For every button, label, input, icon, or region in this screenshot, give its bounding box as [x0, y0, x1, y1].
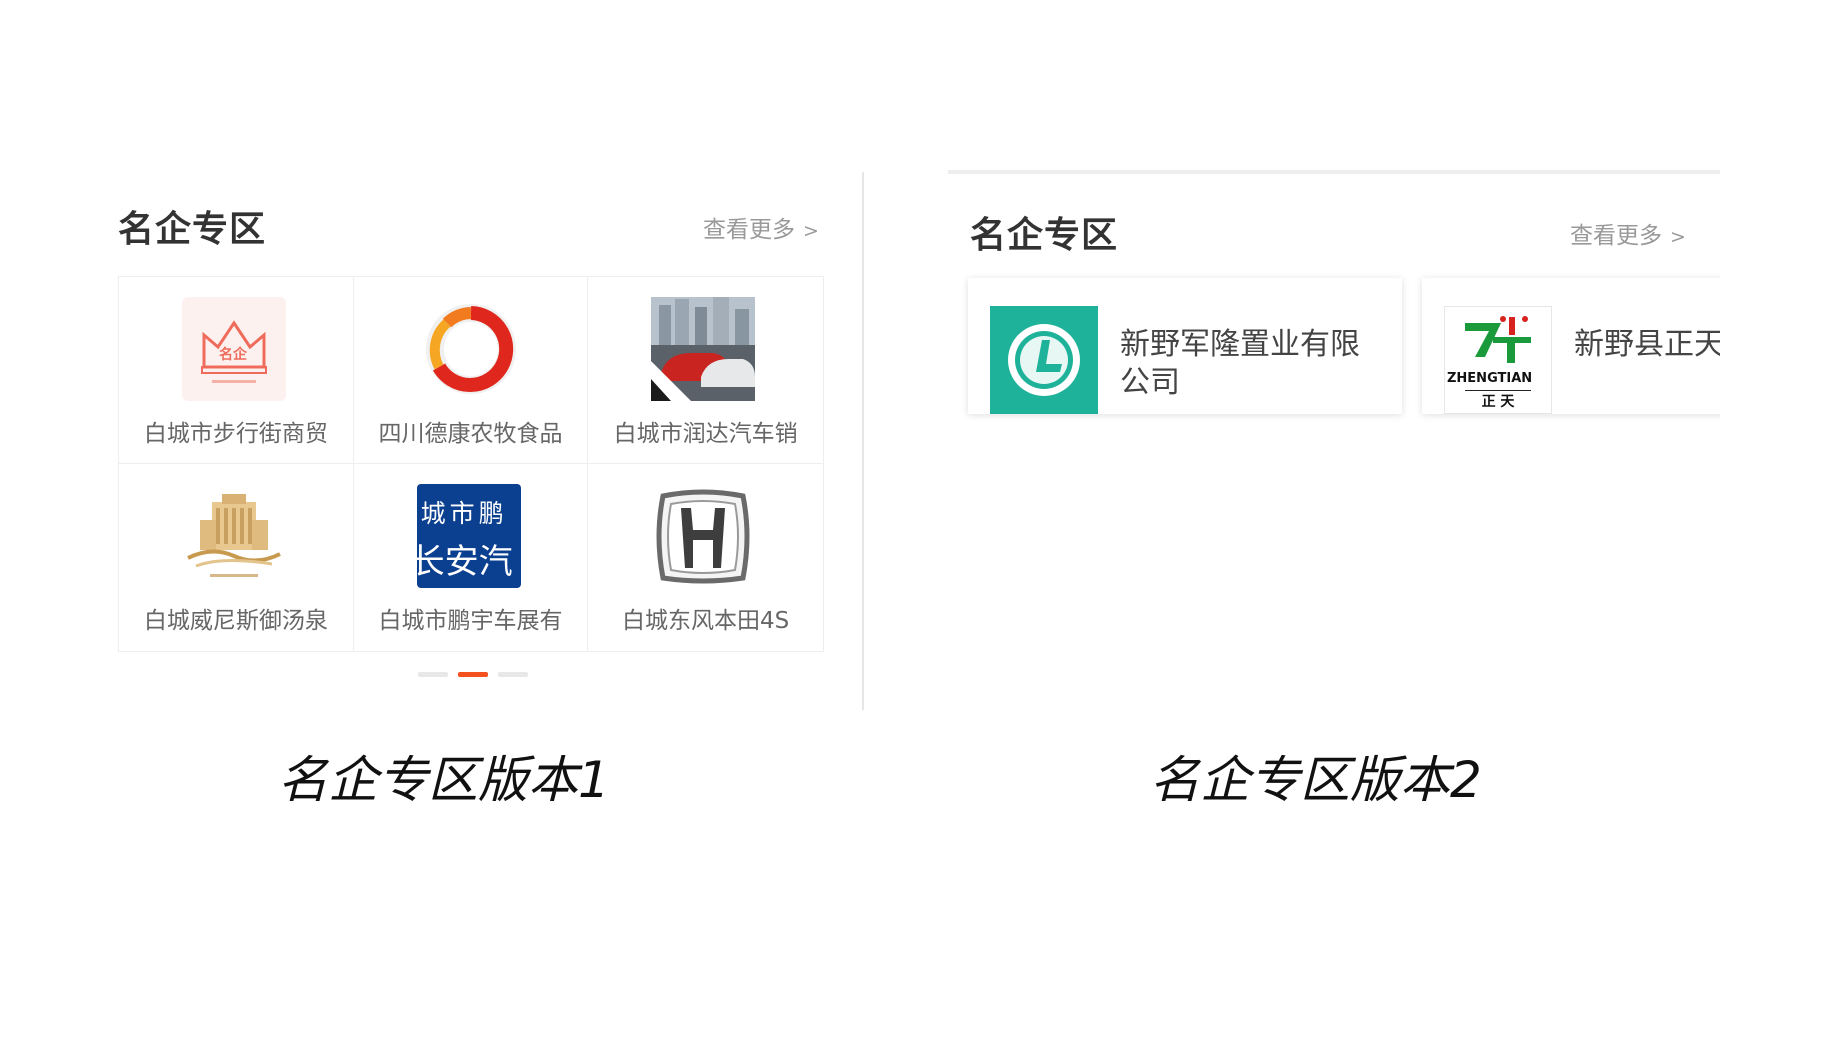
v1-section-title: 名企专区 [118, 209, 267, 250]
logo-text: 名企 [219, 347, 247, 363]
crown-logo-icon: 名企 [182, 297, 286, 401]
zhengtian-logo-icon: ZHENGTIAN 正 天 [1444, 306, 1552, 414]
chevron-right-icon: > [803, 220, 819, 242]
v1-company-grid: 名企 白城市步行街商贸 四川德康农牧食品 白城市润达汽车销 白城威尼斯御汤泉 城… [118, 276, 824, 652]
v2-view-more-label: 查看更多 [1570, 223, 1662, 249]
v2-company-name: 新野县正天科技有限公 [1574, 327, 1720, 362]
hotel-building-logo-icon [182, 484, 286, 588]
v1-company-name: 四川德康农牧食品 [378, 421, 563, 447]
v2-section-title: 名企专区 [970, 215, 1119, 256]
chevron-right-icon: > [1670, 226, 1686, 248]
changan-sign-logo-icon: 城市鹏 长安汽 [416, 484, 521, 588]
v1-company-card[interactable]: 四川德康农牧食品 [353, 277, 589, 464]
car-photo-icon [651, 297, 756, 401]
logo-text-line2: 长安汽 [416, 542, 513, 582]
v1-company-card[interactable]: 白城东风本田4S [588, 464, 823, 651]
logo-text-cn: 正 天 [1465, 390, 1531, 411]
v1-view-more-label: 查看更多 [703, 217, 795, 243]
v2-top-border [948, 170, 1720, 174]
red-ring-logo-icon [417, 297, 521, 401]
v1-company-name: 白城市步行街商贸 [143, 421, 328, 447]
v1-company-name: 白城威尼斯御汤泉 [143, 608, 328, 634]
v1-company-card[interactable]: 名企 白城市步行街商贸 [119, 277, 354, 464]
logo-text-line1: 城市鹏 [420, 499, 508, 528]
v2-company-name: 新野军隆置业有限公司 [1120, 327, 1360, 400]
v2-view-more-link[interactable]: 查看更多 > [1570, 216, 1686, 250]
honda-logo-icon [651, 484, 755, 588]
caption-version-2: 名企专区版本2 [1150, 751, 1482, 809]
v1-company-card[interactable]: 白城市润达汽车销 [588, 277, 823, 464]
v2-company-card[interactable]: ZHENGTIAN 正 天 新野县正天科技有限公 [1422, 278, 1720, 414]
v1-company-name: 白城东风本田4S [622, 608, 790, 634]
v1-view-more-link[interactable]: 查看更多 > [703, 210, 819, 244]
logo-text-en: ZHENGTIAN [1447, 371, 1533, 386]
pagination-dot[interactable] [418, 672, 448, 677]
v1-company-card[interactable]: 城市鹏 长安汽 白城市鹏宇车展有 [354, 464, 589, 651]
v1-company-card[interactable]: 白城威尼斯御汤泉 [119, 464, 354, 651]
v1-company-name: 白城市鹏宇车展有 [378, 608, 563, 634]
caption-version-1: 名企专区版本1 [278, 751, 610, 809]
v1-company-name: 白城市润达汽车销 [613, 421, 798, 447]
teal-l-logo-icon [990, 306, 1098, 414]
v1-carousel-pagination [418, 672, 528, 677]
v2-company-card[interactable]: 新野军隆置业有限公司 [968, 278, 1402, 414]
v2-panel: 名企专区 查看更多 > 新野军隆置业有限公司 ZHENGTIAN 正 天 新野县… [948, 170, 1720, 460]
pagination-dot-active[interactable] [458, 672, 488, 677]
pagination-dot[interactable] [498, 672, 528, 677]
vertical-divider [862, 172, 864, 710]
